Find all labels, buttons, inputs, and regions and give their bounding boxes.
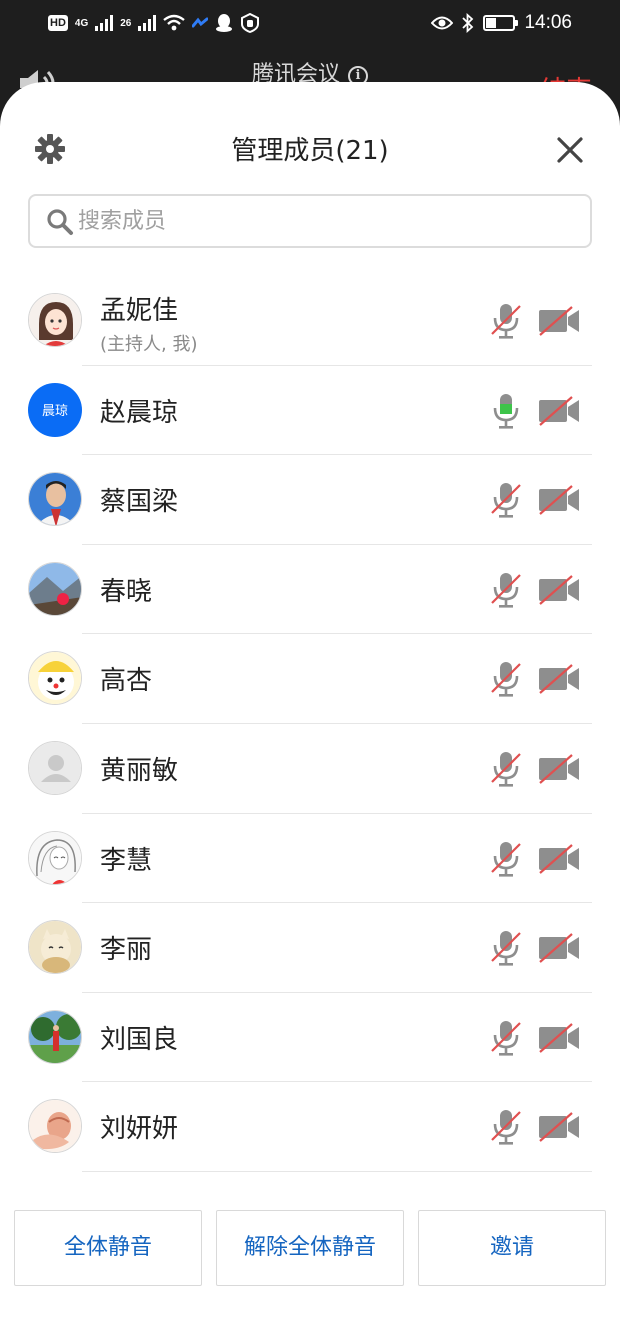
member-name: 刘妍妍 — [100, 1114, 179, 1145]
mic-muted-icon[interactable] — [490, 1108, 522, 1146]
status-right: 14:06 — [431, 10, 572, 36]
mic-muted-icon[interactable] — [490, 302, 522, 340]
avatar — [28, 651, 82, 706]
list-item[interactable]: 高杏 — [0, 634, 620, 724]
wifi-icon — [163, 14, 186, 31]
member-name: 李慧 — [100, 845, 153, 876]
qq-icon — [216, 14, 233, 32]
list-item[interactable]: 李慧 — [0, 814, 620, 904]
avatar: 晨琼 — [28, 382, 82, 437]
member-name: 黄丽敏 — [100, 755, 179, 786]
manage-members-sheet: 管理成员(21) 孟妮佳 (主持人, 我) 晨琼赵晨琼蔡国梁春晓高杏黄丽敏李慧李丽刘… — [0, 82, 620, 1344]
close-icon[interactable] — [552, 132, 588, 168]
member-list: 孟妮佳 (主持人, 我) 晨琼 赵晨琼蔡国梁春晓高杏黄丽敏李慧李丽刘国良刘妍妍 — [0, 276, 620, 1172]
invite-button[interactable]: 邀请 — [418, 1210, 606, 1286]
mic-muted-icon[interactable] — [490, 660, 522, 698]
search-box[interactable] — [28, 194, 592, 248]
avatar — [28, 1009, 82, 1064]
mic-muted-icon[interactable] — [490, 571, 522, 609]
avatar — [28, 293, 82, 347]
divider — [82, 1170, 592, 1172]
hd-badge: HD — [48, 15, 68, 31]
footer-actions: 全体静音 解除全体静音 邀请 — [0, 1210, 620, 1286]
battery-fill — [486, 18, 497, 28]
mic-active-icon[interactable] — [490, 392, 522, 430]
list-item[interactable]: 黄丽敏 — [0, 724, 620, 814]
camera-off-icon[interactable] — [538, 395, 580, 426]
mic-muted-icon[interactable] — [490, 929, 522, 967]
member-role: (主持人, 我) — [100, 334, 198, 355]
camera-off-icon[interactable] — [538, 485, 580, 516]
mic-muted-icon[interactable] — [490, 481, 522, 519]
camera-off-icon[interactable] — [538, 933, 580, 963]
member-name: 孟妮佳 — [100, 296, 179, 326]
member-name: 刘国良 — [100, 1024, 179, 1055]
camera-off-icon[interactable] — [538, 1022, 580, 1053]
sim1-label: 4G — [74, 17, 89, 29]
search-input[interactable] — [78, 202, 578, 240]
list-item[interactable]: 刘国良 — [0, 993, 620, 1083]
mic-muted-icon[interactable] — [490, 840, 522, 878]
mic-muted-icon[interactable] — [490, 750, 522, 788]
list-item[interactable]: 春晓 — [0, 545, 620, 635]
member-name: 高杏 — [100, 666, 153, 697]
clock: 14:06 — [524, 12, 572, 33]
camera-off-icon[interactable] — [538, 1112, 580, 1143]
avatar — [28, 830, 82, 885]
mic-muted-icon[interactable] — [490, 1019, 522, 1057]
mute-all-button[interactable]: 全体静音 — [14, 1210, 202, 1286]
battery-icon — [483, 15, 519, 31]
member-name: 李丽 — [100, 935, 153, 966]
list-item[interactable]: 晨琼 赵晨琼 — [0, 366, 620, 456]
status-left: HD 4G 26 — [48, 10, 260, 36]
member-name: 赵晨琼 — [100, 397, 179, 428]
avatar — [28, 561, 82, 616]
avatar — [28, 920, 82, 975]
avatar — [28, 740, 82, 795]
list-item[interactable]: 刘妍妍 — [0, 1082, 620, 1172]
camera-off-icon[interactable] — [538, 306, 580, 336]
bluetooth-icon — [462, 13, 474, 33]
camera-off-icon[interactable] — [538, 664, 580, 695]
camera-off-icon[interactable] — [538, 843, 580, 874]
signal-icon — [95, 15, 114, 31]
status-bar: HD 4G 26 14:06 — [0, 0, 620, 46]
signal-icon-2 — [138, 15, 157, 31]
list-item[interactable]: 李丽 — [0, 903, 620, 993]
page-title: 管理成员(21) — [231, 136, 389, 166]
sim2-label: 26 — [120, 17, 132, 29]
member-name: 蔡国梁 — [100, 487, 179, 518]
avatar — [28, 472, 82, 527]
list-item[interactable]: 蔡国梁 — [0, 455, 620, 545]
eye-icon — [431, 16, 454, 30]
meeting-app-icon — [192, 17, 209, 28]
shield-hand-icon — [241, 13, 260, 33]
avatar — [28, 1099, 82, 1154]
search-icon — [47, 209, 73, 235]
member-name: 春晓 — [100, 576, 153, 607]
camera-off-icon[interactable] — [538, 754, 580, 784]
unmute-all-button[interactable]: 解除全体静音 — [216, 1210, 404, 1286]
list-item[interactable]: 孟妮佳 (主持人, 我) — [0, 276, 620, 366]
camera-off-icon[interactable] — [538, 574, 580, 605]
